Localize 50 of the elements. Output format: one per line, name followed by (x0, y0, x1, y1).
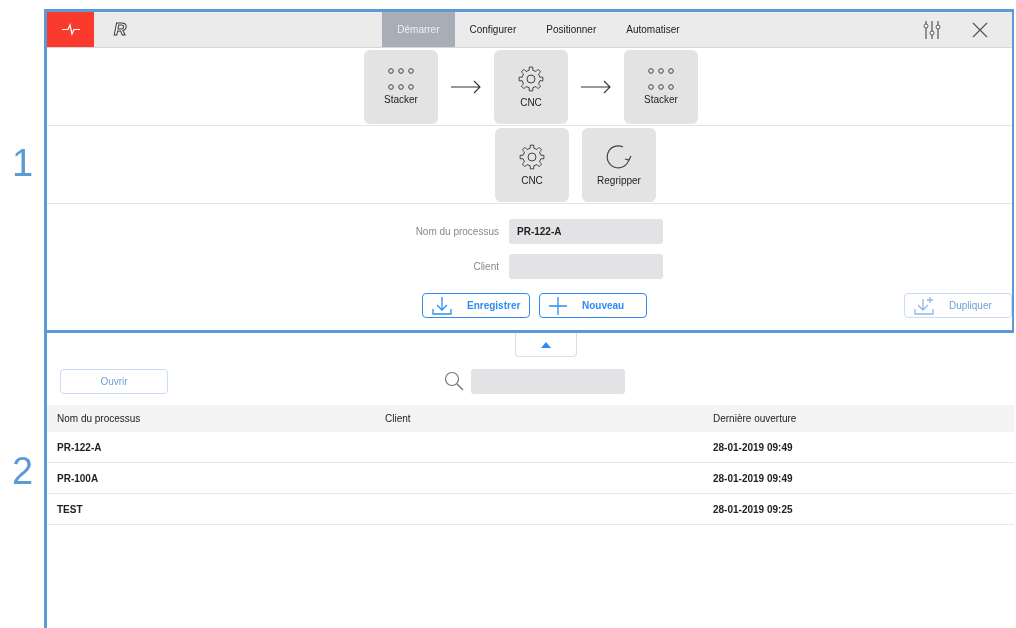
arrow-icon (580, 79, 612, 94)
table-cell-text: PR-100A (57, 472, 100, 484)
tile-label: CNC (520, 97, 542, 108)
annotation-number: 1 (12, 144, 34, 182)
table-cell-text: 28-01-2019 09:49 (713, 441, 794, 453)
table-cell-text: TEST (57, 503, 84, 515)
process-tile[interactable]: Regripper (582, 127, 656, 202)
sliders-icon[interactable] (922, 19, 941, 40)
search-icon (444, 371, 464, 391)
column-header: Nom du processus (57, 413, 142, 424)
collapse-tab[interactable] (514, 333, 577, 357)
tab[interactable]: Positionner (531, 12, 612, 47)
tile-label: Stacker (384, 94, 418, 105)
gear-icon (517, 65, 545, 93)
action-button[interactable]: Nouveau (539, 293, 647, 318)
process-tile[interactable]: Stacker (364, 49, 438, 124)
tab[interactable]: Configurer (454, 12, 532, 47)
arrow-icon (450, 79, 482, 94)
close-icon[interactable] (970, 20, 989, 39)
column-header: Dernière ouverture (713, 413, 798, 424)
table-cell-text: 28-01-2019 09:25 (713, 503, 794, 515)
gear-icon (518, 143, 546, 171)
process-tile[interactable]: CNC (494, 49, 568, 124)
field-label: Nom du processus (414, 226, 499, 237)
table-row[interactable]: PR-100A 28-01-2019 09:49 (47, 463, 1014, 494)
logo: R (114, 19, 127, 40)
table-row[interactable]: PR-122-A 28-01-2019 09:49 (47, 432, 1014, 463)
tile-label: Stacker (644, 94, 678, 105)
table-cell-text: PR-122-A (57, 441, 103, 453)
tile-label: CNC (521, 175, 543, 186)
table-cell-text: 28-01-2019 09:49 (713, 472, 794, 484)
column-header: Client (385, 413, 412, 424)
annotation-number: 2 (12, 451, 34, 490)
process-tile[interactable]: Stacker (624, 49, 698, 124)
dots-icon (387, 68, 415, 90)
tab[interactable]: Automatiser (611, 12, 695, 47)
rotate-icon (605, 143, 633, 171)
search-field[interactable] (471, 368, 625, 394)
dots-icon (647, 68, 675, 90)
download-icon (431, 295, 453, 316)
process-tile[interactable]: CNC (495, 127, 569, 202)
field-label: Client (472, 261, 499, 272)
text-field[interactable]: PR-122-A (509, 219, 663, 244)
plus-icon (548, 295, 568, 316)
pulse-icon (47, 12, 94, 47)
table-row[interactable]: TEST 28-01-2019 09:25 (47, 494, 1014, 525)
tile-label: Regripper (597, 175, 641, 186)
text-field[interactable] (509, 254, 663, 279)
caret-up-icon (540, 341, 551, 348)
download-plus-icon (913, 295, 935, 316)
